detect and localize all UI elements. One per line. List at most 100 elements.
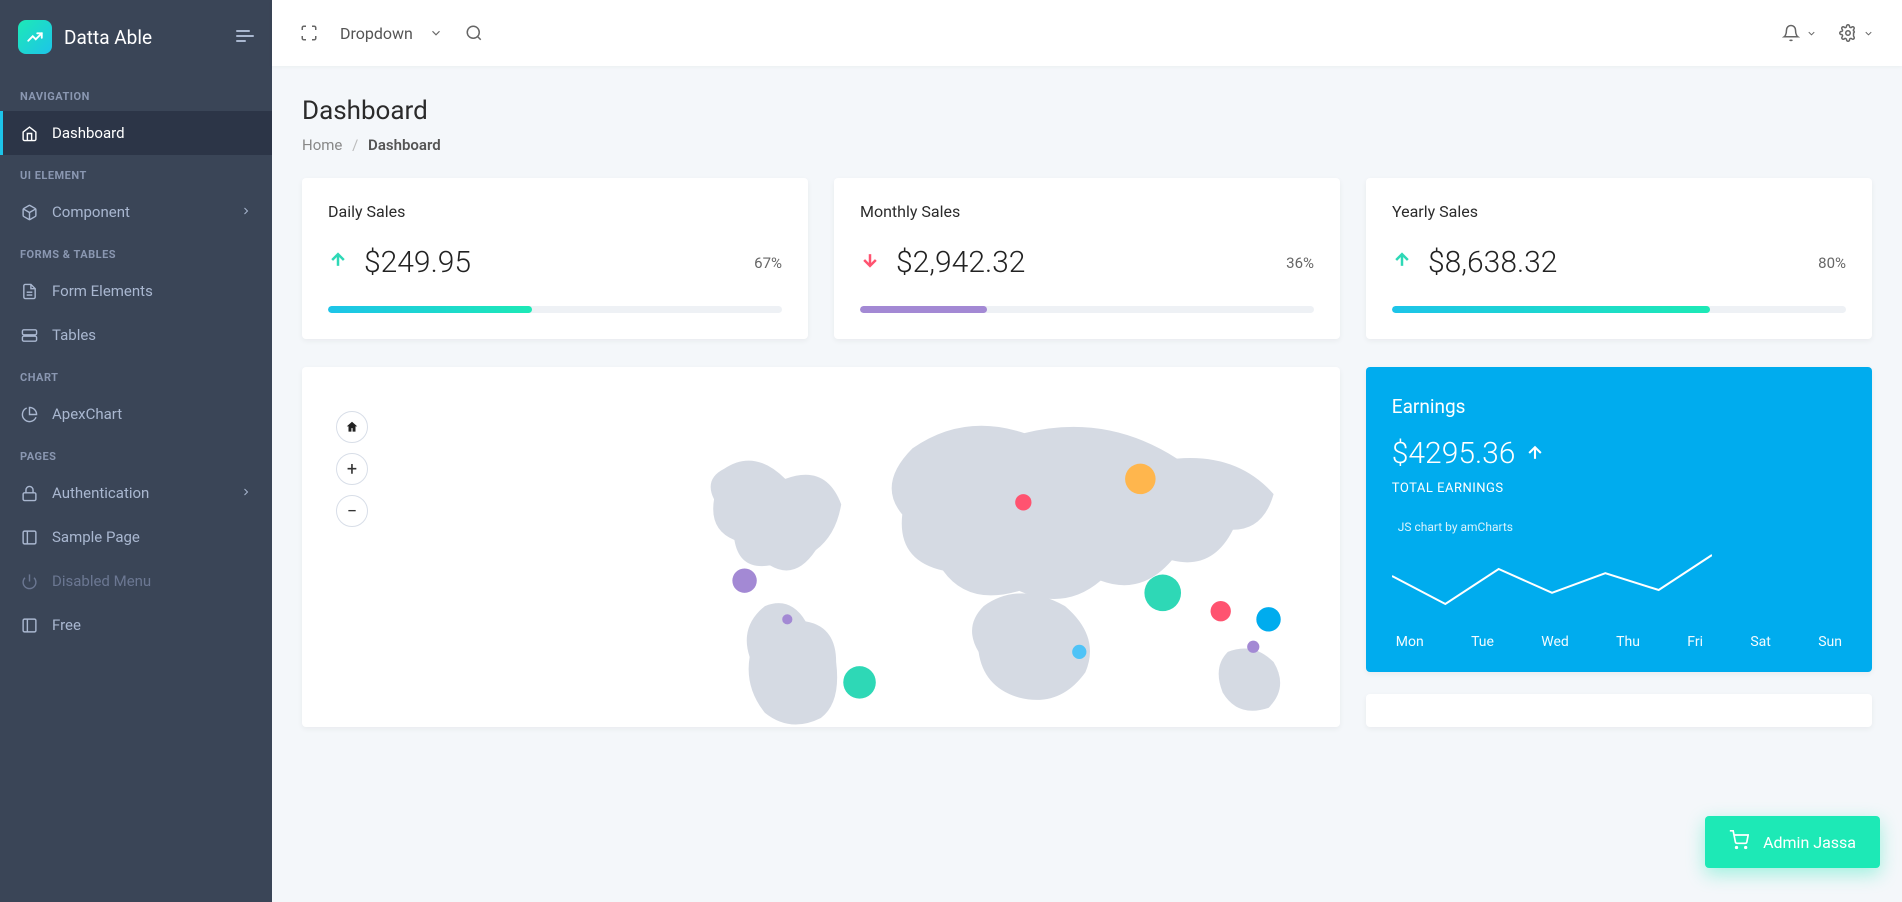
sidebar-item-label: ApexChart — [52, 405, 122, 423]
earnings-day-label: Wed — [1541, 634, 1569, 650]
file-icon — [20, 282, 38, 300]
earnings-chart-note: JS chart by amCharts — [1392, 520, 1846, 534]
stat-percent: 67% — [754, 254, 782, 272]
sidebar-item-tables[interactable]: Tables — [0, 313, 272, 357]
sidebar-item-label: Dashboard — [52, 124, 125, 142]
earnings-day-label: Mon — [1396, 634, 1424, 650]
server-icon — [20, 326, 38, 344]
map-point[interactable] — [732, 568, 756, 592]
nav-section-pages: PAGES — [0, 436, 272, 471]
nav-section-ui: UI ELEMENT — [0, 155, 272, 190]
earnings-day-label: Sat — [1750, 634, 1771, 650]
dropdown-toggle[interactable]: Dropdown — [340, 24, 443, 43]
nav-section-chart: CHART — [0, 357, 272, 392]
earnings-subtitle: TOTAL EARNINGS — [1392, 481, 1846, 496]
map-point[interactable] — [1015, 494, 1031, 510]
map-point[interactable] — [1211, 601, 1231, 621]
sidebar-item-label: Form Elements — [52, 282, 153, 300]
search-icon[interactable] — [465, 24, 483, 42]
map-point[interactable] — [1247, 641, 1259, 653]
map-home-button[interactable] — [336, 411, 368, 443]
sidebar-item-label: Component — [52, 203, 130, 221]
sidebar-item-sample-page[interactable]: Sample Page — [0, 515, 272, 559]
earnings-day-label: Fri — [1687, 634, 1703, 650]
card-placeholder — [1366, 694, 1872, 727]
earnings-day-label: Sun — [1818, 634, 1842, 650]
breadcrumb: Home / Dashboard — [302, 136, 1872, 154]
home-icon — [20, 124, 38, 142]
sidebar: Datta Able NAVIGATION Dashboard UI ELEME… — [0, 0, 272, 902]
earnings-title: Earnings — [1392, 395, 1846, 418]
lock-icon — [20, 484, 38, 502]
sidebar-item-authentication[interactable]: Authentication — [0, 471, 272, 515]
map-zoom-out-button[interactable]: − — [336, 495, 368, 527]
breadcrumb-home[interactable]: Home — [302, 136, 342, 154]
arrow-up-icon — [1392, 250, 1412, 276]
stat-title: Daily Sales — [328, 202, 782, 221]
stat-card: Daily Sales $249.95 67% — [302, 178, 808, 339]
world-map — [302, 367, 1340, 727]
map-zoom-in-button[interactable]: + — [336, 453, 368, 485]
stat-percent: 36% — [1286, 254, 1314, 272]
box-icon — [20, 203, 38, 221]
stat-value: $8,638.32 — [1428, 245, 1557, 280]
chevron-right-icon — [240, 484, 252, 502]
stat-value: $2,942.32 — [896, 245, 1025, 280]
stat-progress — [1392, 306, 1846, 313]
world-map-card: + − — [302, 367, 1340, 727]
fullscreen-icon[interactable] — [300, 24, 318, 42]
stat-progress — [328, 306, 782, 313]
earnings-chart — [1392, 548, 1712, 618]
dropdown-label: Dropdown — [340, 24, 413, 43]
nav-section-forms: FORMS & TABLES — [0, 234, 272, 269]
map-point[interactable] — [843, 666, 876, 699]
sidebar-item-label: Authentication — [52, 484, 149, 502]
earnings-value: $4295.36 — [1392, 436, 1516, 471]
earnings-day-label: Tue — [1471, 634, 1494, 650]
sidebar-icon — [20, 528, 38, 546]
stat-value: $249.95 — [364, 245, 471, 280]
page-title: Dashboard — [302, 96, 1872, 126]
notification-icon[interactable] — [1782, 24, 1817, 42]
brand-logo — [18, 20, 52, 54]
map-point[interactable] — [782, 614, 792, 624]
brand-title: Datta Able — [64, 26, 152, 49]
chevron-right-icon — [240, 203, 252, 221]
sidebar-item-disabled: Disabled Menu — [0, 559, 272, 603]
map-point[interactable] — [1125, 464, 1156, 495]
brand: Datta Able — [0, 10, 272, 76]
earnings-card: Earnings $4295.36 TOTAL EARNINGS JS char… — [1366, 367, 1872, 672]
power-icon — [20, 572, 38, 590]
sidebar-item-free[interactable]: Free — [0, 603, 272, 647]
sidebar-item-label: Disabled Menu — [52, 572, 151, 590]
sidebar-item-apexchart[interactable]: ApexChart — [0, 392, 272, 436]
settings-icon[interactable] — [1839, 24, 1874, 42]
sidebar-item-form-elements[interactable]: Form Elements — [0, 269, 272, 313]
arrow-down-icon — [860, 250, 880, 276]
map-point[interactable] — [1256, 607, 1280, 631]
earnings-day-label: Thu — [1616, 634, 1640, 650]
nav-section-navigation: NAVIGATION — [0, 76, 272, 111]
map-point[interactable] — [1144, 575, 1181, 612]
sidebar-icon — [20, 616, 38, 634]
sidebar-item-dashboard[interactable]: Dashboard — [0, 111, 272, 155]
sidebar-item-component[interactable]: Component — [0, 190, 272, 234]
arrow-up-icon — [328, 250, 348, 276]
topbar: Dropdown — [272, 0, 1902, 66]
pie-icon — [20, 405, 38, 423]
sidebar-item-label: Tables — [52, 326, 96, 344]
sidebar-item-label: Sample Page — [52, 528, 140, 546]
sidebar-item-label: Free — [52, 616, 81, 634]
breadcrumb-current: Dashboard — [368, 136, 441, 154]
stat-title: Monthly Sales — [860, 202, 1314, 221]
fab-label: Admin Jassa — [1763, 833, 1856, 852]
admin-fab[interactable]: Admin Jassa — [1705, 816, 1880, 868]
stat-title: Yearly Sales — [1392, 202, 1846, 221]
map-point[interactable] — [1072, 645, 1086, 659]
stat-progress — [860, 306, 1314, 313]
cart-icon — [1729, 830, 1749, 854]
stat-card: Monthly Sales $2,942.32 36% — [834, 178, 1340, 339]
sidebar-toggle-icon[interactable] — [236, 28, 254, 47]
arrow-up-icon — [1525, 436, 1545, 471]
stat-percent: 80% — [1818, 254, 1846, 272]
